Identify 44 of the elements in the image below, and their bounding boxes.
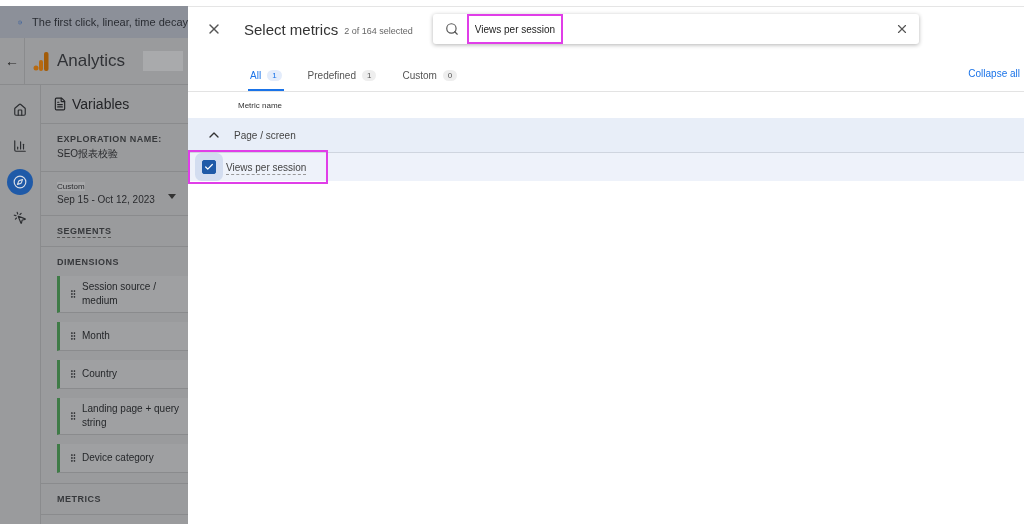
back-button[interactable]: ← [0, 38, 25, 84]
dimension-name: Country [82, 367, 117, 381]
dimension-name: Session source / medium [82, 280, 157, 308]
metric-row[interactable]: Views per session [188, 150, 329, 184]
dialog-title: Select metrics [244, 20, 339, 38]
group-name: Page / screen [234, 129, 296, 141]
date-label: Custom [57, 182, 85, 191]
metric-name: Views per session [226, 161, 307, 173]
dimension-chip[interactable]: Country [57, 360, 188, 389]
tab[interactable]: Predefined 1 [305, 70, 379, 91]
drag-handle-icon[interactable] [68, 369, 78, 379]
column-header: Metric name [238, 100, 282, 110]
selected-count: 2 of 164 selected [344, 25, 413, 36]
dropdown-icon[interactable] [168, 194, 176, 199]
dimension-name: Device category [82, 451, 154, 465]
search-field[interactable]: Views per session [466, 14, 563, 44]
tab[interactable]: All 1 [248, 70, 284, 91]
dimensions-label: DIMENSIONS [57, 257, 120, 267]
compass-icon[interactable] [7, 169, 33, 195]
analytics-logo-icon [33, 51, 49, 71]
metrics-label: METRICS [57, 494, 102, 504]
exploration-label: EXPLORATION NAME: [57, 134, 163, 144]
drag-handle-icon[interactable] [68, 411, 78, 421]
dimension-chip[interactable]: Session source / medium [57, 276, 188, 313]
collapse-all-link[interactable]: Collapse all [968, 68, 1020, 79]
banner-text: The first click, linear, time decay [32, 16, 188, 28]
dimension-chip[interactable]: Month [57, 322, 188, 351]
tab[interactable]: Custom 0 [400, 70, 460, 91]
drag-handle-icon[interactable] [68, 453, 78, 463]
panel-title: Variables [72, 96, 130, 112]
variables-icon [53, 97, 67, 111]
dimension-name: Month [82, 329, 110, 343]
check-icon [204, 162, 214, 172]
date-range[interactable]: Sep 15 - Oct 12, 2023 [57, 194, 155, 205]
group-row[interactable]: Page / screen [188, 118, 1024, 153]
exploration-name: SEO报表校验 [57, 147, 120, 161]
dimension-name: Landing page + query string [82, 402, 181, 430]
drag-handle-icon[interactable] [68, 331, 78, 341]
drag-handle-icon[interactable] [68, 289, 78, 299]
app-title: Analytics [57, 51, 126, 71]
search-icon [444, 22, 459, 36]
dimension-chip[interactable]: Device category [57, 444, 188, 473]
segments-label: SEGMENTS [57, 226, 112, 236]
dimension-chip[interactable]: Landing page + query string [57, 398, 188, 435]
